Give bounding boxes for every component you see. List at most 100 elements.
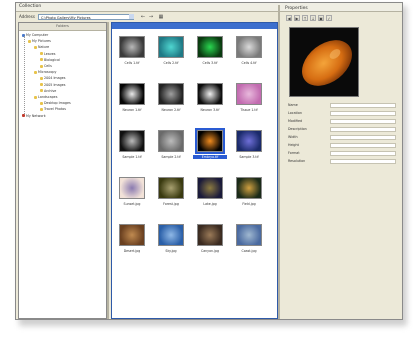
property-label: Height: [288, 143, 299, 147]
thumbnail-image[interactable]: [119, 83, 145, 105]
tree-item-label: Archive: [44, 88, 57, 93]
thumbnail-image[interactable]: [236, 224, 262, 246]
right-splitter[interactable]: [278, 5, 280, 319]
tree-item[interactable]: Biological: [40, 58, 60, 62]
tree-item[interactable]: 2004 Images: [40, 76, 65, 80]
inspector-button[interactable]: ▶: [294, 15, 300, 21]
thumbnail-image[interactable]: [158, 224, 184, 246]
thumbnail-caption[interactable]: Field.jpg: [232, 202, 266, 206]
thumbnail-caption[interactable]: Coast.jpg: [232, 249, 266, 253]
thumbnail-image[interactable]: [119, 177, 145, 199]
thumbnail-caption[interactable]: Cells 2.tif: [154, 61, 188, 65]
thumbnail-image[interactable]: [197, 177, 223, 199]
thumbnail-image[interactable]: [119, 130, 145, 152]
property-value-field[interactable]: [330, 143, 396, 148]
property-row: Description: [282, 126, 396, 133]
thumbnail-caption[interactable]: Lake.jpg: [193, 202, 227, 206]
tree-item[interactable]: My Computer: [22, 33, 48, 37]
property-label: Width: [288, 135, 298, 139]
thumbnail-caption[interactable]: Canyon.jpg: [193, 249, 227, 253]
left-splitter[interactable]: [107, 22, 109, 319]
property-value-field[interactable]: [330, 151, 396, 156]
inspector-button[interactable]: ↓: [310, 15, 316, 21]
thumbnail-caption[interactable]: Sunset.jpg: [115, 202, 149, 206]
thumbnail-caption[interactable]: Desert.jpg: [115, 249, 149, 253]
tree-item[interactable]: Archive: [40, 89, 56, 93]
address-field[interactable]: C:\Photo Gallery\My Pictures: [38, 13, 134, 20]
tree-item-label: Desktop Images: [44, 101, 71, 106]
thumbnail-caption[interactable]: Neuron 1.tif: [115, 108, 149, 112]
thumbnail-grid: Cells 1.tif Cells 2.tif Cells 3.tif Cells 4…: [112, 29, 277, 309]
thumbnail-image[interactable]: [158, 130, 184, 152]
thumbnail-caption[interactable]: Cells 1.tif: [115, 61, 149, 65]
tree-item[interactable]: Desktop Images: [40, 101, 71, 105]
property-value-field[interactable]: [330, 111, 396, 116]
thumbnail-image[interactable]: [119, 36, 145, 58]
thumbnail-image[interactable]: [236, 130, 262, 152]
inspector-button[interactable]: ↑: [302, 15, 308, 21]
tree-item[interactable]: Travel Photos: [40, 107, 66, 111]
thumbnail-caption[interactable]: Cells 3.tif: [193, 61, 227, 65]
tree-item-label: My Network: [26, 113, 46, 118]
inspector-pane: Properties ◀ ▶ ↑ ↓ ▣ ✓ Name Location Modified De…: [282, 5, 402, 319]
thumbnail-image[interactable]: [236, 177, 262, 199]
toolbar: Address C:\Photo Gallery\My Pictures ← →…: [16, 12, 278, 22]
thumbnail-caption[interactable]: Neuron 3.tif: [193, 108, 227, 112]
folder-icon: [40, 76, 43, 80]
thumbnail-image[interactable]: [158, 83, 184, 105]
inspector-button[interactable]: ◀: [286, 15, 292, 21]
address-dropdown-button[interactable]: [129, 14, 134, 19]
tree-connector: [24, 36, 25, 114]
tree-item-label: Nature: [38, 45, 50, 50]
thumbnail-image[interactable]: [119, 224, 145, 246]
folder-icon: [40, 83, 43, 87]
thumbnail-image[interactable]: [197, 36, 223, 58]
thumbnail-caption[interactable]: Sky.jpg: [154, 249, 188, 253]
thumbnail-image[interactable]: [197, 83, 223, 105]
property-value-field[interactable]: [330, 135, 396, 140]
forward-icon[interactable]: →: [148, 14, 154, 20]
tree-item[interactable]: My Network: [22, 114, 46, 118]
tree-item[interactable]: Nature: [34, 45, 49, 49]
thumbnail-caption[interactable]: Neuron 2.tif: [154, 108, 188, 112]
thumbnail-caption[interactable]: Tissue 1.tif: [232, 108, 266, 112]
thumbnail-caption[interactable]: Sample 1.tif: [115, 155, 149, 159]
thumbnail-caption[interactable]: Forest.jpg: [154, 202, 188, 206]
property-row: Format: [282, 150, 396, 157]
tree-item[interactable]: 2005 Images: [40, 83, 65, 87]
thumbnail-caption[interactable]: Embryo.tif: [193, 155, 227, 159]
property-value-field[interactable]: [330, 159, 396, 164]
property-value-field[interactable]: [330, 127, 396, 132]
tree-item-label: Travel Photos: [44, 107, 66, 112]
thumbnail-caption[interactable]: Cells 4.tif: [232, 61, 266, 65]
thumbnail-image[interactable]: [158, 36, 184, 58]
tree-item[interactable]: Cells: [40, 64, 52, 68]
property-value-field[interactable]: [330, 119, 396, 124]
inspector-button[interactable]: ▣: [318, 15, 324, 21]
folder-icon: [40, 64, 43, 68]
views-icon[interactable]: ▦: [158, 14, 164, 20]
embryo-preview-image: [302, 40, 352, 86]
tree-item-label: Biological: [44, 57, 60, 62]
thumbnail-image[interactable]: [197, 224, 223, 246]
thumbnail-image[interactable]: [236, 36, 262, 58]
thumbnail-image[interactable]: [236, 83, 262, 105]
property-value-field[interactable]: [330, 103, 396, 108]
thumbnail-image[interactable]: [195, 128, 225, 154]
tree-item[interactable]: Leaves: [40, 52, 56, 56]
property-row: Name: [282, 102, 396, 109]
tree-item[interactable]: My Pictures: [28, 39, 51, 43]
thumbnail-caption[interactable]: Sample 3.tif: [232, 155, 266, 159]
folder-icon: [40, 107, 43, 111]
back-icon[interactable]: ←: [140, 14, 146, 20]
tree-item[interactable]: Microscopy: [34, 70, 56, 74]
tree-item[interactable]: Landscapes: [34, 95, 57, 99]
property-row: Location: [282, 110, 396, 117]
thumbnail-caption[interactable]: Sample 2.tif: [154, 155, 188, 159]
inspector-button[interactable]: ✓: [326, 15, 332, 21]
thumbnail-image[interactable]: [158, 177, 184, 199]
tree-item-label: Cells: [44, 64, 52, 68]
folder-icon: [22, 114, 25, 118]
window-title: Collection: [19, 4, 42, 9]
folder-tree-pane: Folders My Computer My Pictures Nature Leav…: [18, 22, 107, 319]
